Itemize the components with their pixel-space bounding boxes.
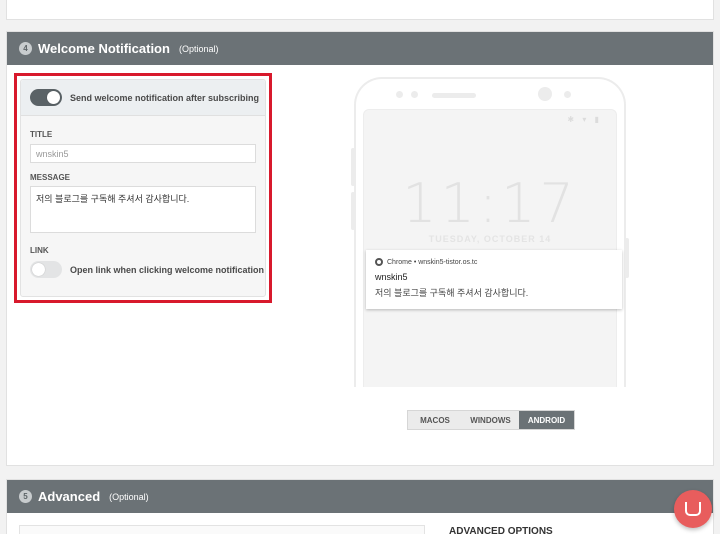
volume-button xyxy=(351,148,355,186)
open-link-row: Open link when clicking welcome notifica… xyxy=(30,261,264,278)
chrome-icon xyxy=(375,258,383,266)
advanced-section: 5 Advanced (Optional) ADVANCED OPTIONS xyxy=(6,479,714,534)
phone-top-bezel xyxy=(356,79,624,109)
speaker-grille xyxy=(432,93,476,98)
tab-android[interactable]: ANDROID xyxy=(519,411,574,429)
notification-source-text: Chrome • wnskin5-tistor.os.tc xyxy=(387,258,478,266)
phone-screen: ✱ ▾ ▮ 11:17 TUESDAY, OCTOBER 14 xyxy=(363,109,617,387)
camera-dot xyxy=(538,87,552,101)
previous-section-card xyxy=(6,0,714,20)
sensor-dot xyxy=(564,91,571,98)
volume-button xyxy=(351,192,355,230)
chat-bubble-icon xyxy=(685,502,701,516)
welcome-notification-section: 4 Welcome Notification (Optional) Send w… xyxy=(6,31,714,466)
section-title: Advanced xyxy=(38,489,101,504)
toggle-knob xyxy=(47,91,60,104)
tab-windows[interactable]: WINDOWS xyxy=(462,411,519,429)
link-label: LINK xyxy=(30,246,49,255)
section-header: 4 Welcome Notification (Optional) xyxy=(7,32,713,65)
section-header: 5 Advanced (Optional) xyxy=(7,480,713,513)
tab-macos[interactable]: MACOS xyxy=(408,411,462,429)
highlight-frame: Send welcome notification after subscrib… xyxy=(14,73,272,303)
advanced-options-label: ADVANCED OPTIONS xyxy=(449,526,553,534)
notification-title: wnskin5 xyxy=(375,272,408,282)
chat-support-button[interactable] xyxy=(674,490,712,528)
send-welcome-label: Send welcome notification after subscrib… xyxy=(70,92,260,103)
lockscreen-date: TUESDAY, OCTOBER 14 xyxy=(428,234,552,244)
lockscreen-clock: 11:17 xyxy=(402,172,578,235)
notification-source: Chrome • wnskin5-tistor.os.tc xyxy=(375,258,613,266)
optional-label: (Optional) xyxy=(178,43,219,54)
welcome-settings-panel: Send welcome notification after subscrib… xyxy=(20,79,266,297)
platform-tabs: MACOS WINDOWS ANDROID xyxy=(407,410,575,430)
notification-preview-card: Chrome • wnskin5-tistor.os.tc wnskin5 저의… xyxy=(366,250,622,309)
send-welcome-row: Send welcome notification after subscrib… xyxy=(21,80,265,116)
step-number-badge: 5 xyxy=(19,490,32,503)
advanced-settings-box xyxy=(19,525,425,534)
message-textarea[interactable]: 저의 블로그를 구독해 주셔서 감사합니다. xyxy=(30,186,256,233)
android-phone-preview: ✱ ▾ ▮ 11:17 TUESDAY, OCTOBER 14 xyxy=(354,77,626,387)
sensor-dot xyxy=(411,91,418,98)
status-bar-icons: ✱ ▾ ▮ xyxy=(567,115,602,124)
open-link-label: Open link when clicking welcome notifica… xyxy=(70,264,265,275)
title-label: TITLE xyxy=(30,130,53,139)
sensor-dot xyxy=(396,91,403,98)
message-label: MESSAGE xyxy=(30,173,71,182)
toggle-knob xyxy=(32,263,45,276)
send-welcome-toggle[interactable] xyxy=(30,89,62,106)
notification-body: 저의 블로그를 구독해 주셔서 감사합니다. xyxy=(375,288,529,298)
optional-label: (Optional) xyxy=(109,491,149,502)
step-number-badge: 4 xyxy=(19,42,32,55)
open-link-toggle[interactable] xyxy=(30,261,62,278)
title-input[interactable]: wnskin5 xyxy=(30,144,256,163)
power-button xyxy=(625,238,629,278)
section-title: Welcome Notification xyxy=(38,41,170,56)
